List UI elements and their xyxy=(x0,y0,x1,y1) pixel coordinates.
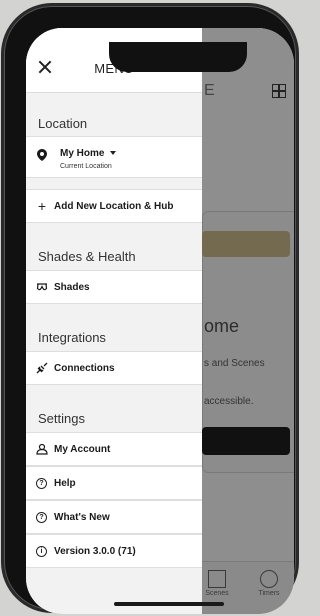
grid-icon[interactable] xyxy=(272,84,286,98)
section-shades-health: Shades & Health xyxy=(38,249,136,264)
location-subtitle: Current Location xyxy=(60,163,112,170)
screen: E ome s and Scenes accessible. Scenes Ti… xyxy=(26,28,294,614)
question-circle-icon: ? xyxy=(36,512,47,523)
plus-icon: + xyxy=(37,198,47,214)
connections-item[interactable]: Connections xyxy=(26,351,202,385)
section-location: Location xyxy=(38,116,88,131)
help-item[interactable]: ? Help xyxy=(26,466,202,500)
whats-new-label: What's New xyxy=(54,512,110,523)
location-pin-icon xyxy=(36,149,48,161)
connections-label: Connections xyxy=(54,363,115,374)
my-account-label: My Account xyxy=(54,444,111,455)
shades-label: Shades xyxy=(54,282,90,293)
section-integrations: Integrations xyxy=(38,330,106,345)
location-name: My Home xyxy=(60,148,117,159)
chevron-down-icon xyxy=(110,151,117,156)
help-label: Help xyxy=(54,478,76,489)
timer-icon xyxy=(260,570,278,588)
add-location-label: Add New Location & Hub xyxy=(54,201,174,212)
info-circle-icon: i xyxy=(36,546,47,557)
my-account-item[interactable]: My Account xyxy=(26,432,202,466)
whats-new-item[interactable]: ? What's New xyxy=(26,500,202,534)
tab-timers[interactable]: Timers xyxy=(252,570,286,597)
background-gold-button[interactable] xyxy=(202,231,290,257)
shades-item[interactable]: Shades xyxy=(26,270,202,304)
background-home-text: ome xyxy=(204,316,240,336)
home-indicator xyxy=(114,602,224,606)
add-location-button[interactable]: + Add New Location & Hub xyxy=(26,189,202,223)
background-text-1: s and Scenes xyxy=(204,358,265,369)
shades-icon xyxy=(36,281,48,293)
version-label: Version 3.0.0 (71) xyxy=(54,546,136,557)
question-circle-icon: ? xyxy=(36,478,47,489)
tab-scenes[interactable]: Scenes xyxy=(202,570,232,597)
side-menu: MENU Location My Home Current Location +… xyxy=(26,28,202,614)
plug-icon xyxy=(36,362,48,374)
background-black-button[interactable] xyxy=(202,427,290,455)
location-selector[interactable]: My Home Current Location xyxy=(26,136,202,178)
tab-timers-label: Timers xyxy=(258,590,280,597)
section-settings: Settings xyxy=(38,411,85,426)
tab-scenes-label: Scenes xyxy=(205,590,229,597)
notch xyxy=(109,42,247,72)
background-text-2: accessible. xyxy=(204,396,254,407)
version-item[interactable]: i Version 3.0.0 (71) xyxy=(26,534,202,568)
phone-frame: E ome s and Scenes accessible. Scenes Ti… xyxy=(4,6,296,614)
background-title-fragment: E xyxy=(204,82,215,99)
user-icon xyxy=(36,443,48,455)
scenes-icon xyxy=(208,570,226,588)
